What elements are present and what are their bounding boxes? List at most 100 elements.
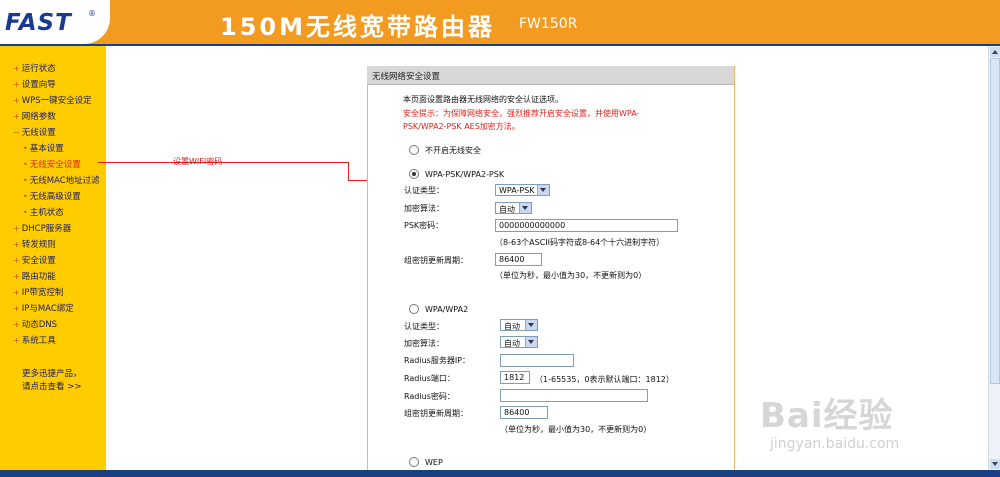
select-value: 自动	[504, 339, 520, 348]
sidebar-item-wireless-security[interactable]: • 无线安全设置	[23, 158, 81, 170]
wpa-renew-input[interactable]: 86400	[500, 406, 548, 419]
psk-enc-label: 加密算法：	[404, 204, 444, 213]
promo-link[interactable]: 请点击查看 >>	[22, 380, 81, 392]
radius-port-hint: （1-65535，0表示默认端口：1812）	[535, 375, 674, 384]
bullet-icon: •	[23, 192, 28, 201]
sidebar-item-forwarding[interactable]: + 转发规则	[13, 238, 56, 250]
psk-auth-select[interactable]: WPA-PSK	[495, 184, 550, 196]
logo-area: FAST ®	[0, 0, 110, 44]
security-warning: 安全提示：为保障网络安全，强烈推荐开启安全设置，并使用WPA-	[403, 109, 640, 118]
psk-enc-select[interactable]: 自动	[495, 202, 532, 214]
sidebar-item-label: 无线MAC地址过滤	[29, 176, 100, 186]
sidebar-item-security[interactable]: + 安全设置	[13, 254, 56, 266]
sidebar-item-label: 动态DNS	[21, 320, 58, 330]
bullet-icon: +	[13, 336, 20, 345]
chevron-down-icon	[525, 337, 537, 347]
sidebar-item-label: 主机状态	[29, 208, 64, 218]
sidebar-item-network[interactable]: + 网络参数	[13, 110, 56, 122]
bullet-icon: +	[13, 224, 20, 233]
input-value: 1812	[504, 373, 525, 382]
sidebar-item-setup-wizard[interactable]: + 设置向导	[13, 78, 56, 90]
sidebar-item-label: 网络参数	[21, 112, 56, 122]
brand-logo: FAST	[5, 10, 72, 36]
bullet-icon: +	[13, 96, 20, 105]
bullet-icon: •	[23, 144, 28, 153]
bullet-icon: •	[23, 208, 28, 217]
bullet-icon: +	[13, 288, 20, 297]
registered-mark: ®	[88, 9, 96, 18]
psk-renew-input[interactable]: 86400	[495, 253, 542, 266]
wpa-renew-hint: （单位为秒，最小值为30，不更新则为0）	[500, 425, 652, 434]
sidebar-item-host-status[interactable]: • 主机状态	[23, 206, 64, 218]
product-title: 150M无线宽带路由器	[220, 13, 495, 41]
sidebar-nav: + 运行状态 + 设置向导 + WPS一键安全设定 + 网络参数 − 无线设置 • 基本设置…	[0, 46, 106, 470]
annotation-line	[98, 162, 348, 163]
scroll-down-icon[interactable]	[990, 459, 1000, 469]
header-banner: FAST ® 150M无线宽带路由器 FW150R	[0, 0, 1000, 44]
psk-renew-label: 组密钥更新周期：	[404, 256, 468, 265]
psk-renew-hint: （单位为秒，最小值为30，不更新则为0）	[495, 271, 647, 280]
sidebar-item-wps[interactable]: + WPS一键安全设定	[13, 94, 92, 106]
radius-port-label: Radius端口：	[404, 374, 455, 383]
scroll-thumb[interactable]	[990, 58, 1000, 384]
sidebar-item-ddns[interactable]: + 动态DNS	[13, 318, 57, 330]
option-wep-label: WEP	[425, 458, 443, 467]
radio-wpa[interactable]	[409, 304, 419, 314]
intro-text: 本页面设置路由器无线网络的安全认证选项。	[403, 95, 563, 104]
sidebar-item-wireless-basic[interactable]: • 基本设置	[23, 142, 64, 154]
wpa-auth-select[interactable]: 自动	[500, 319, 538, 331]
radius-port-input[interactable]: 1812	[500, 371, 530, 384]
sidebar-item-bandwidth[interactable]: + IP带宽控制	[13, 286, 63, 298]
option-wpa-psk-label: WPA-PSK/WPA2-PSK	[425, 170, 505, 179]
radio-wpa-psk[interactable]	[409, 169, 419, 179]
bullet-icon: +	[13, 256, 20, 265]
sidebar-item-label: DHCP服务器	[21, 224, 72, 234]
psk-pwd-hint: （8-63个ASCII码字符或8-64个十六进制字符）	[495, 238, 665, 247]
sidebar-item-ip-mac-binding[interactable]: + IP与MAC绑定	[13, 302, 74, 314]
sidebar-item-wireless-advanced[interactable]: • 无线高级设置	[23, 190, 81, 202]
select-value: 自动	[504, 322, 520, 331]
wpa-enc-select[interactable]: 自动	[500, 336, 538, 348]
sidebar-item-wireless[interactable]: − 无线设置	[13, 126, 56, 138]
wpa-renew-label: 组密钥更新周期：	[404, 409, 468, 418]
sidebar-item-label: 无线安全设置	[29, 160, 81, 170]
option-disable-label: 不开启无线安全	[425, 146, 481, 155]
option-wpa-label: WPA/WPA2	[425, 305, 469, 314]
vertical-scrollbar[interactable]	[988, 46, 1000, 470]
sidebar-item-label: IP与MAC绑定	[21, 304, 74, 314]
sidebar-item-label: 路由功能	[21, 272, 56, 282]
panel-header: 无线网络安全设置	[367, 66, 734, 85]
bullet-icon: +	[13, 64, 20, 73]
bullet-icon: +	[13, 320, 20, 329]
radio-disable-security[interactable]	[409, 145, 419, 155]
sidebar-item-label: 系统工具	[21, 336, 56, 346]
bullet-icon: •	[23, 160, 28, 169]
collapse-icon: −	[13, 128, 20, 137]
header-divider	[0, 44, 1000, 46]
sidebar-item-label: WPS一键安全设定	[21, 96, 92, 106]
input-value: 86400	[504, 408, 530, 417]
sidebar-item-mac-filter[interactable]: • 无线MAC地址过滤	[23, 174, 100, 186]
radius-ip-input[interactable]	[500, 354, 574, 367]
bullet-icon: +	[13, 112, 20, 121]
sidebar-item-label: 设置向导	[21, 80, 56, 90]
radius-pwd-label: Radius密码：	[404, 392, 455, 401]
sidebar-item-system-tools[interactable]: + 系统工具	[13, 334, 56, 346]
chevron-down-icon	[537, 185, 549, 195]
radio-wep[interactable]	[409, 457, 419, 467]
chevron-down-icon	[525, 320, 537, 330]
scroll-up-icon[interactable]	[990, 47, 1000, 57]
bullet-icon: +	[13, 304, 20, 313]
footer-bar	[0, 470, 1000, 477]
radius-password-input[interactable]	[500, 389, 648, 402]
wpa-auth-label: 认证类型：	[404, 322, 444, 331]
annotation-line	[348, 162, 349, 181]
psk-password-input[interactable]: 0000000000000	[495, 219, 678, 232]
sidebar-item-label: 运行状态	[21, 64, 56, 74]
radius-ip-label: Radius服务器IP：	[404, 356, 471, 365]
sidebar-item-routing[interactable]: + 路由功能	[13, 270, 56, 282]
sidebar-item-dhcp[interactable]: + DHCP服务器	[13, 222, 71, 234]
sidebar-item-label: 基本设置	[29, 144, 64, 154]
bullet-icon: +	[13, 272, 20, 281]
sidebar-item-run-status[interactable]: + 运行状态	[13, 62, 56, 74]
